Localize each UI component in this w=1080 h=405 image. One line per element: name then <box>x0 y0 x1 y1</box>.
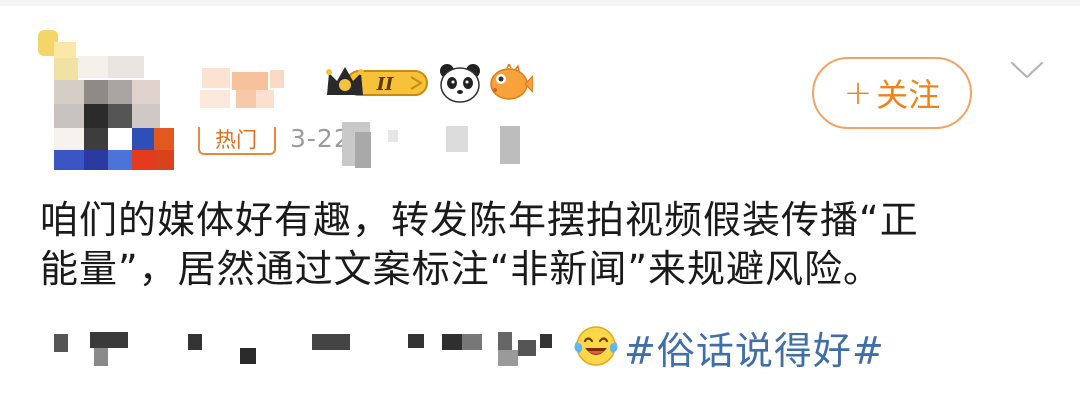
hot-tag-frame <box>198 127 276 155</box>
avatar-pixel <box>132 80 160 104</box>
masked-text-pixel <box>498 350 518 366</box>
avatar[interactable] <box>36 30 178 170</box>
avatar-pixel <box>108 128 132 150</box>
avatar-pixel <box>84 128 108 150</box>
svg-text:II: II <box>376 74 394 95</box>
avatar-pixel <box>84 150 108 170</box>
avatar-pixel <box>132 150 154 170</box>
follow-button[interactable]: + 关注 <box>812 57 972 129</box>
avatar-pixel <box>84 80 108 104</box>
avatar-pixel <box>54 80 84 104</box>
masked-meta-pixel <box>388 130 398 142</box>
avatar-pixel <box>54 150 84 170</box>
chevron-down-icon[interactable] <box>1010 60 1044 80</box>
panda-icon <box>440 64 480 103</box>
avatar-pixel <box>84 104 108 128</box>
avatar-pixel <box>54 128 84 150</box>
masked-text-pixel <box>54 334 68 352</box>
username-pixel <box>232 72 268 90</box>
masked-text-pixel <box>408 334 424 348</box>
masked-text-pixel <box>188 334 202 350</box>
user-badges: II <box>325 62 533 104</box>
weibo-post-card: II 热门 3-22 + 关注 咱们的媒体好有趣，转发陈年摆拍视频假装传播“正 … <box>0 0 1080 405</box>
username-masked[interactable] <box>196 68 306 110</box>
avatar-pixel <box>54 104 84 128</box>
masked-meta-pixel <box>500 126 520 164</box>
avatar-pixel <box>108 150 132 170</box>
masked-text-pixel <box>442 334 462 350</box>
masked-text-pixel <box>90 332 128 348</box>
avatar-pixel <box>154 150 174 170</box>
post-text-line: 咱们的媒体好有趣，转发陈年摆拍视频假装传播“正 <box>40 198 919 242</box>
pufferfish-icon <box>490 64 533 100</box>
avatar-pixel <box>132 104 160 128</box>
username-pixel <box>256 90 274 108</box>
masked-text-pixel <box>518 340 536 356</box>
username-pixel <box>202 68 230 88</box>
follow-label: 关注 <box>876 76 941 114</box>
masked-text-pixel <box>240 348 256 364</box>
avatar-pixel <box>132 128 154 150</box>
crown-level-ii-badge-icon[interactable]: II <box>325 65 433 101</box>
laugh-cry-emoji-icon <box>574 326 618 366</box>
masked-text-pixel <box>498 332 512 350</box>
avatar-pixel <box>154 128 174 150</box>
masked-text-pixel <box>540 334 552 348</box>
topic-link[interactable]: #俗话说得好# <box>624 320 885 375</box>
avatar-pixel <box>108 80 132 104</box>
masked-text-pixel <box>94 348 108 366</box>
username-pixel <box>270 70 284 88</box>
username-pixel <box>200 90 230 108</box>
plus-icon: + <box>843 73 873 113</box>
masked-text-line <box>40 318 1060 374</box>
avatar-pixel <box>78 56 108 78</box>
masked-text-pixel <box>312 334 350 350</box>
post-text: 咱们的媒体好有趣，转发陈年摆拍视频假装传播“正 能量”，居然通过文案标注“非新闻… <box>40 196 1050 294</box>
hot-tag: 热门 <box>196 125 276 155</box>
avatar-pixel <box>108 104 132 128</box>
top-divider <box>0 0 1080 6</box>
masked-meta-pixel <box>355 132 371 168</box>
masked-meta-pixel <box>446 126 468 152</box>
masked-text-pixel <box>462 334 482 350</box>
avatar-pixel <box>108 56 144 78</box>
avatar-pixel <box>54 58 78 80</box>
username-pixel <box>236 90 256 108</box>
post-text-line: 能量”，居然通过文案标注“非新闻”来规避风险。 <box>40 247 883 291</box>
